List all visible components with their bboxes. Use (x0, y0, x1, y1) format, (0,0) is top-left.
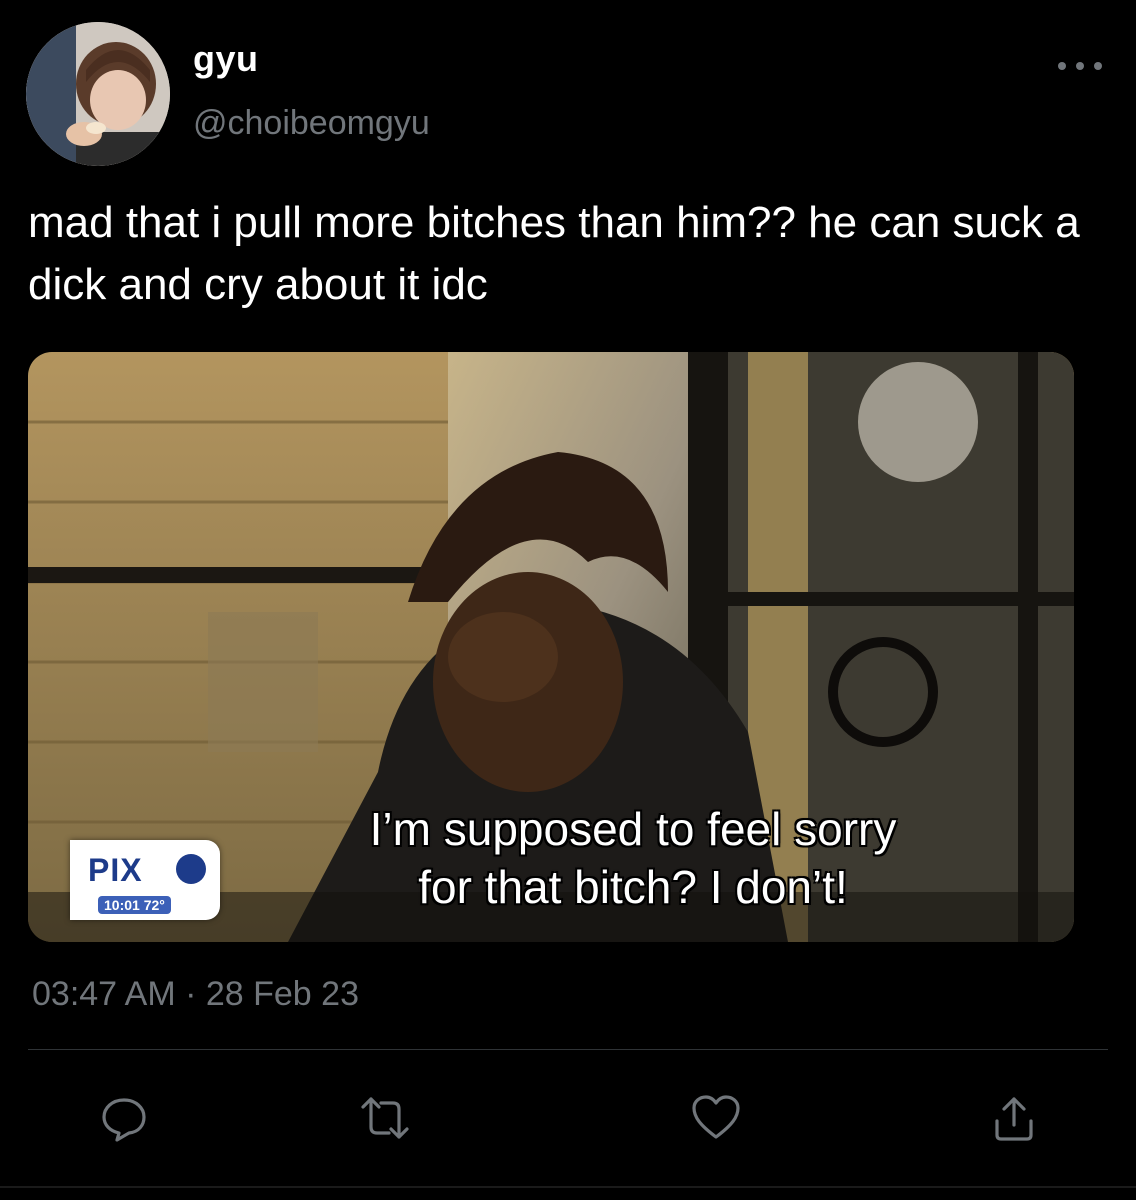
caption-line-1: I’m supposed to feel sorry (369, 803, 897, 855)
tweet: gyu @choibeomgyu mad that i pull more bi… (0, 0, 1136, 1200)
bottom-divider (0, 1186, 1136, 1188)
heart-icon (692, 1095, 740, 1139)
share-icon (995, 1097, 1033, 1141)
handle[interactable]: @choibeomgyu (193, 104, 430, 143)
channel-logo: PIX 10:01 72° (70, 840, 220, 920)
like-button[interactable] (688, 1090, 744, 1146)
dot (1094, 62, 1102, 70)
channel-logo-text: PIX (88, 852, 143, 888)
share-button[interactable] (986, 1090, 1042, 1146)
retweet-button[interactable] (357, 1090, 413, 1146)
media-caption: I’m supposed to feel sorry for that bitc… (238, 800, 1028, 916)
retweet-icon (361, 1097, 409, 1139)
action-bar (0, 1090, 1136, 1146)
dot (1076, 62, 1084, 70)
tweet-media[interactable]: PIX 10:01 72° I’m supposed to feel sorry… (28, 352, 1074, 942)
channel-time: 10:01 72° (98, 896, 171, 914)
tweet-timestamp[interactable]: 03:47 AM · 28 Feb 23 (32, 975, 359, 1014)
display-name[interactable]: gyu (193, 38, 259, 80)
caption-line-2: for that bitch? I don’t! (418, 861, 848, 913)
reply-button[interactable] (96, 1090, 152, 1146)
more-options-icon[interactable] (1058, 54, 1102, 78)
dot (1058, 62, 1066, 70)
divider (28, 1049, 1108, 1050)
tweet-text: mad that i pull more bitches than him?? … (28, 198, 1080, 309)
avatar[interactable] (26, 22, 170, 166)
comment-icon (102, 1098, 146, 1142)
channel-logo-mark (176, 854, 206, 884)
